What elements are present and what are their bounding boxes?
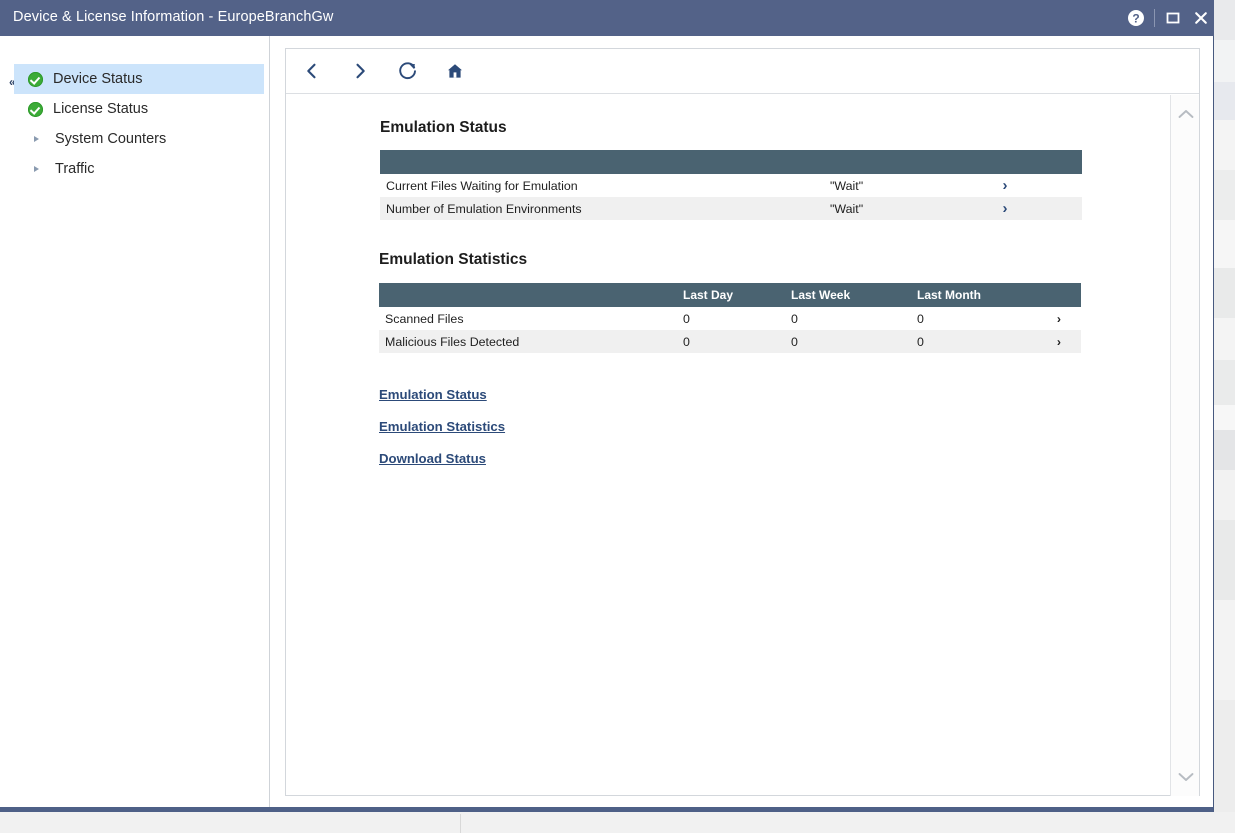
home-icon [448, 64, 462, 78]
chevron-left-icon [307, 63, 316, 79]
sidebar-item-label: System Counters [55, 131, 167, 147]
table-header-row [380, 150, 1082, 174]
svg-text:?: ? [1132, 11, 1139, 25]
green-check-icon [28, 101, 43, 117]
desktop-bottom-divider [460, 814, 461, 833]
refresh-icon [399, 62, 416, 80]
collapse-pane-icon[interactable]: « [9, 75, 16, 89]
chevron-right-icon [356, 63, 365, 79]
table-row[interactable]: Current Files Waiting for Emulation "Wai… [380, 174, 1082, 197]
row-detail-chevron-icon[interactable]: › [980, 200, 1030, 217]
row-label: Scanned Files [379, 307, 677, 330]
home-button[interactable] [440, 57, 470, 85]
sidebar-item-label: Device Status [53, 71, 143, 87]
desktop-bottom-strip [0, 812, 1235, 833]
cell-last-week: 0 [785, 330, 911, 353]
cell-last-week: 0 [785, 307, 911, 330]
table-row[interactable]: Malicious Files Detected 0 0 0 › [379, 330, 1081, 353]
device-license-information-window: Device & License Information - EuropeBra… [0, 0, 1214, 812]
row-detail-chevron-icon[interactable]: › [1031, 330, 1081, 353]
table-header-row: Last Day Last Week Last Month [379, 283, 1081, 307]
titlebar-separator [1154, 9, 1155, 27]
close-button[interactable] [1188, 0, 1214, 36]
navigation-list: Device Status License Status System Coun… [14, 64, 264, 184]
emulation-status-table: Current Files Waiting for Emulation "Wai… [380, 150, 1082, 220]
maximize-square-icon [1166, 12, 1180, 24]
row-label: Number of Emulation Environments [380, 197, 830, 220]
column-header-value [830, 150, 1082, 174]
cell-last-day: 0 [677, 307, 785, 330]
table-row[interactable]: Number of Emulation Environments "Wait" … [380, 197, 1082, 220]
sidebar-item-traffic[interactable]: Traffic [14, 154, 264, 184]
cell-last-month: 0 [911, 307, 1031, 330]
expand-triangle-icon[interactable] [28, 162, 43, 177]
sidebar-item-device-status[interactable]: Device Status [14, 64, 264, 94]
link-download-status[interactable]: Download Status [379, 451, 486, 466]
column-header-last-month: Last Month [911, 283, 1031, 307]
window-titlebar: Device & License Information - EuropeBra… [0, 0, 1214, 36]
row-label: Current Files Waiting for Emulation [380, 174, 830, 197]
content-scrollbar[interactable] [1170, 95, 1199, 796]
column-header-name [379, 283, 677, 307]
link-emulation-status[interactable]: Emulation Status [379, 387, 487, 402]
emulation-status-heading: Emulation Status [380, 119, 507, 136]
row-value: "Wait" [830, 201, 864, 216]
content-scroll-area: Emulation Status Current Files Waiting f… [286, 95, 1199, 796]
cell-last-day: 0 [677, 330, 785, 353]
content-toolbar [286, 49, 1199, 94]
cell-last-month: 0 [911, 330, 1031, 353]
content-panel: Emulation Status Current Files Waiting f… [285, 48, 1200, 796]
desktop-background: ▼ Device & License Information - EuropeB… [0, 0, 1235, 833]
link-emulation-statistics[interactable]: Emulation Statistics [379, 419, 505, 434]
window-title: Device & License Information - EuropeBra… [13, 9, 334, 25]
navigation-pane: « Device Status License Status System Co… [0, 36, 270, 807]
maximize-button[interactable] [1158, 0, 1188, 36]
refresh-button[interactable] [393, 57, 423, 85]
row-detail-chevron-icon[interactable]: › [980, 177, 1030, 194]
scroll-up-button[interactable] [1171, 101, 1200, 127]
row-value: "Wait" [830, 178, 864, 193]
row-label: Malicious Files Detected [379, 330, 677, 353]
chevron-down-icon [1178, 773, 1193, 781]
expand-triangle-icon[interactable] [28, 132, 43, 147]
table-row[interactable]: Scanned Files 0 0 0 › [379, 307, 1081, 330]
device-status-report: Emulation Status Current Files Waiting f… [286, 95, 1170, 468]
related-links: Emulation Status Emulation Statistics Do… [379, 386, 1170, 468]
emulation-statistics-table: Last Day Last Week Last Month Scanned Fi… [379, 283, 1081, 353]
chevron-up-icon [1178, 110, 1193, 118]
sidebar-item-license-status[interactable]: License Status [14, 94, 264, 124]
column-header-last-day: Last Day [677, 283, 785, 307]
sidebar-item-system-counters[interactable]: System Counters [14, 124, 264, 154]
green-check-icon [28, 71, 43, 87]
background-window-sliver: ▼ [1212, 0, 1235, 812]
column-header-last-week: Last Week [785, 283, 911, 307]
help-button[interactable]: ? [1120, 0, 1152, 36]
sidebar-item-label: License Status [53, 101, 149, 117]
help-circle-icon: ? [1128, 10, 1144, 26]
forward-button[interactable] [345, 57, 375, 85]
row-detail-chevron-icon[interactable]: › [1031, 307, 1081, 330]
column-header-detail [1031, 283, 1081, 307]
emulation-statistics-heading: Emulation Statistics [379, 251, 528, 268]
scroll-down-button[interactable] [1171, 764, 1200, 790]
back-button[interactable] [297, 57, 327, 85]
column-header-name [380, 150, 830, 174]
close-x-icon [1195, 12, 1207, 24]
sidebar-item-label: Traffic [55, 161, 95, 177]
